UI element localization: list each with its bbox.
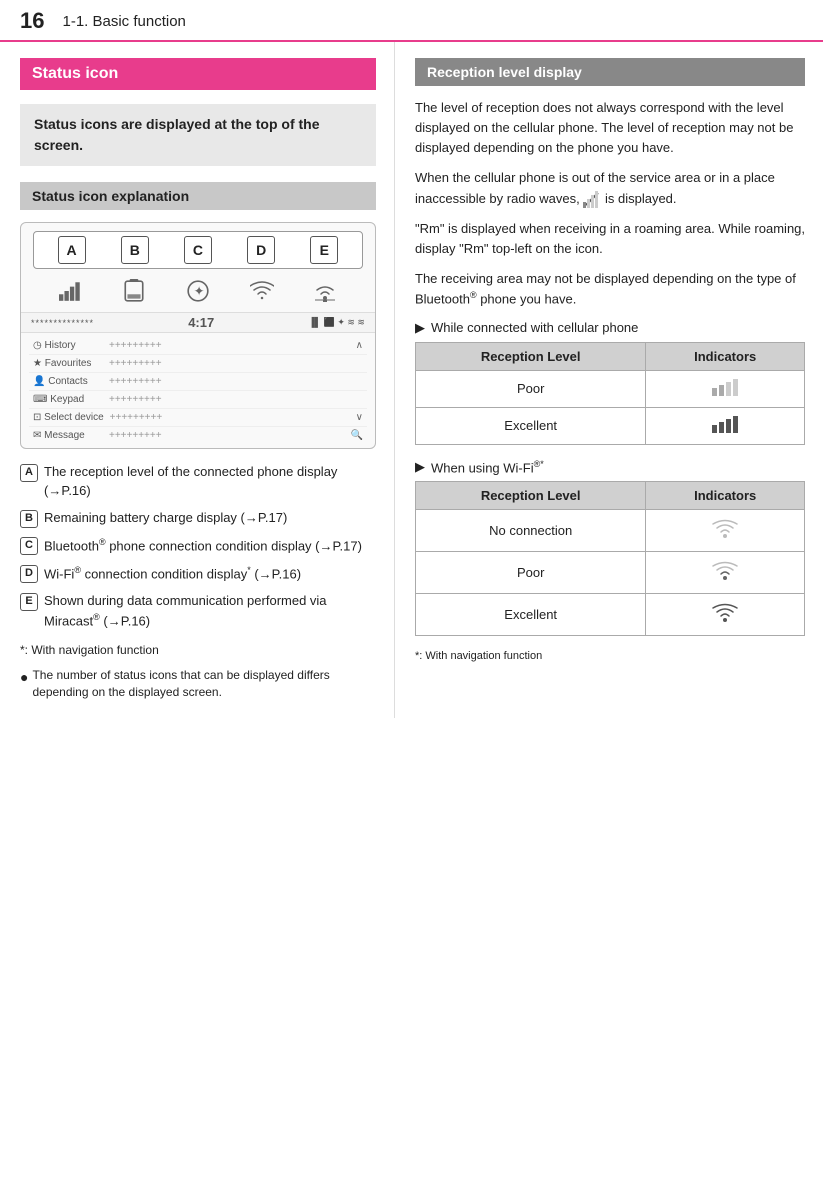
phone-time: 4:17 (188, 315, 214, 330)
wifi-table: Reception Level Indicators No connection (415, 481, 805, 636)
level-no-connection: No connection (416, 509, 646, 551)
icon-label-b: B (121, 236, 149, 264)
phone-mockup: A B C D E (20, 222, 376, 449)
bullet-icon: ● (20, 667, 28, 687)
legend-letter-e: E (20, 593, 38, 611)
bluetooth-icon: ✦ (186, 279, 210, 306)
wifi-label: ▶ When using Wi-Fi®* (415, 459, 805, 475)
table-header-indicators: Indicators (646, 481, 805, 509)
indicator-excellent (646, 407, 805, 444)
phone-status-bar: ************** 4:17 ▐▌ ⬛ ✦ ≋ ≋ (21, 312, 375, 333)
legend-item-e: E Shown during data communication perfor… (20, 592, 376, 631)
legend-letter-c: C (20, 537, 38, 555)
legend-item-b: B Remaining battery charge display (→P.1… (20, 509, 376, 528)
level-poor: Poor (416, 370, 646, 407)
miracast-icon (313, 279, 337, 306)
battery-icon (122, 279, 146, 306)
list-item: ⌨ Keypad +++++++++ (29, 391, 367, 409)
indicator-no-connection (646, 509, 805, 551)
wifi-full-icon (711, 602, 739, 624)
table-row: Poor (416, 370, 805, 407)
reception-para-3: "Rm" is displayed when receiving in a ro… (415, 219, 805, 259)
level-excellent: Excellent (416, 407, 646, 444)
list-item: ⊡ Select device +++++++++ ∨ (29, 409, 367, 427)
phone-list: ◷ History +++++++++ ∧ ★ Favourites +++++… (21, 333, 375, 448)
list-item: ✉ Message +++++++++ 🔍 (29, 427, 367, 444)
wifi-poor-icon (711, 560, 739, 582)
signal-bars-icon (59, 279, 83, 306)
right-footnote: *: With navigation function (415, 650, 805, 662)
legend-item-a: A The reception level of the connected p… (20, 463, 376, 501)
status-icon-description: Status icons are displayed at the top of… (20, 104, 376, 166)
phone-status-icons: ▐▌ ⬛ ✦ ≋ ≋ (308, 317, 365, 328)
indicator-wifi-excellent (646, 593, 805, 635)
arrow-icon: ▶ (415, 459, 425, 475)
wifi-icon (250, 279, 274, 306)
bullet-note: ● The number of status icons that can be… (20, 667, 376, 702)
status-icon-explanation-heading: Status icon explanation (20, 182, 376, 210)
list-item: 👤 Contacts +++++++++ (29, 373, 367, 391)
icon-label-c: C (184, 236, 212, 264)
footnote-navigation: *: With navigation function (20, 643, 376, 657)
level-excellent: Excellent (416, 593, 646, 635)
wifi-none-icon (711, 518, 739, 540)
legend-letter-b: B (20, 510, 38, 528)
reception-para-4: The receiving area may not be displayed … (415, 269, 805, 310)
indicator-wifi-poor (646, 551, 805, 593)
main-content: Status icon Status icons are displayed a… (0, 42, 823, 718)
left-column: Status icon Status icons are displayed a… (0, 42, 395, 718)
right-column: Reception level display The level of rec… (395, 42, 823, 718)
reception-para-2: When the cellular phone is out of the se… (415, 168, 805, 208)
reception-level-heading: Reception level display (415, 58, 805, 86)
table-row: Poor (416, 551, 805, 593)
page-header: 16 1-1. Basic function (0, 0, 823, 42)
cellular-label: ▶ While connected with cellular phone (415, 320, 805, 336)
legend-list: A The reception level of the connected p… (20, 463, 376, 631)
table-row: Excellent (416, 407, 805, 444)
icon-label-e: E (310, 236, 338, 264)
cellular-table: Reception Level Indicators Poor (415, 342, 805, 445)
table-header-indicators: Indicators (646, 342, 805, 370)
table-header-reception-level: Reception Level (416, 481, 646, 509)
phone-asterisks: ************** (31, 318, 94, 328)
legend-letter-d: D (20, 565, 38, 583)
status-icon-heading: Status icon (20, 58, 376, 90)
indicator-poor (646, 370, 805, 407)
phone-icon-labels-row: A B C D E (33, 231, 363, 269)
arrow-icon: ▶ (415, 320, 425, 336)
legend-item-c: C Bluetooth® phone connection condition … (20, 536, 376, 556)
legend-item-d: D Wi-Fi® connection condition display* (… (20, 564, 376, 584)
icon-label-a: A (58, 236, 86, 264)
list-item: ◷ History +++++++++ ∧ (29, 337, 367, 355)
table-header-reception-level: Reception Level (416, 342, 646, 370)
list-item: ★ Favourites +++++++++ (29, 355, 367, 373)
level-poor: Poor (416, 551, 646, 593)
page-number: 16 (20, 8, 44, 34)
phone-icons-row: ✦ (21, 275, 375, 312)
legend-letter-a: A (20, 464, 38, 482)
table-row: Excellent (416, 593, 805, 635)
table-row: No connection (416, 509, 805, 551)
svg-text:✦: ✦ (194, 283, 205, 298)
reception-para-1: The level of reception does not always c… (415, 98, 805, 158)
icon-label-d: D (247, 236, 275, 264)
section-title: 1-1. Basic function (62, 13, 185, 30)
